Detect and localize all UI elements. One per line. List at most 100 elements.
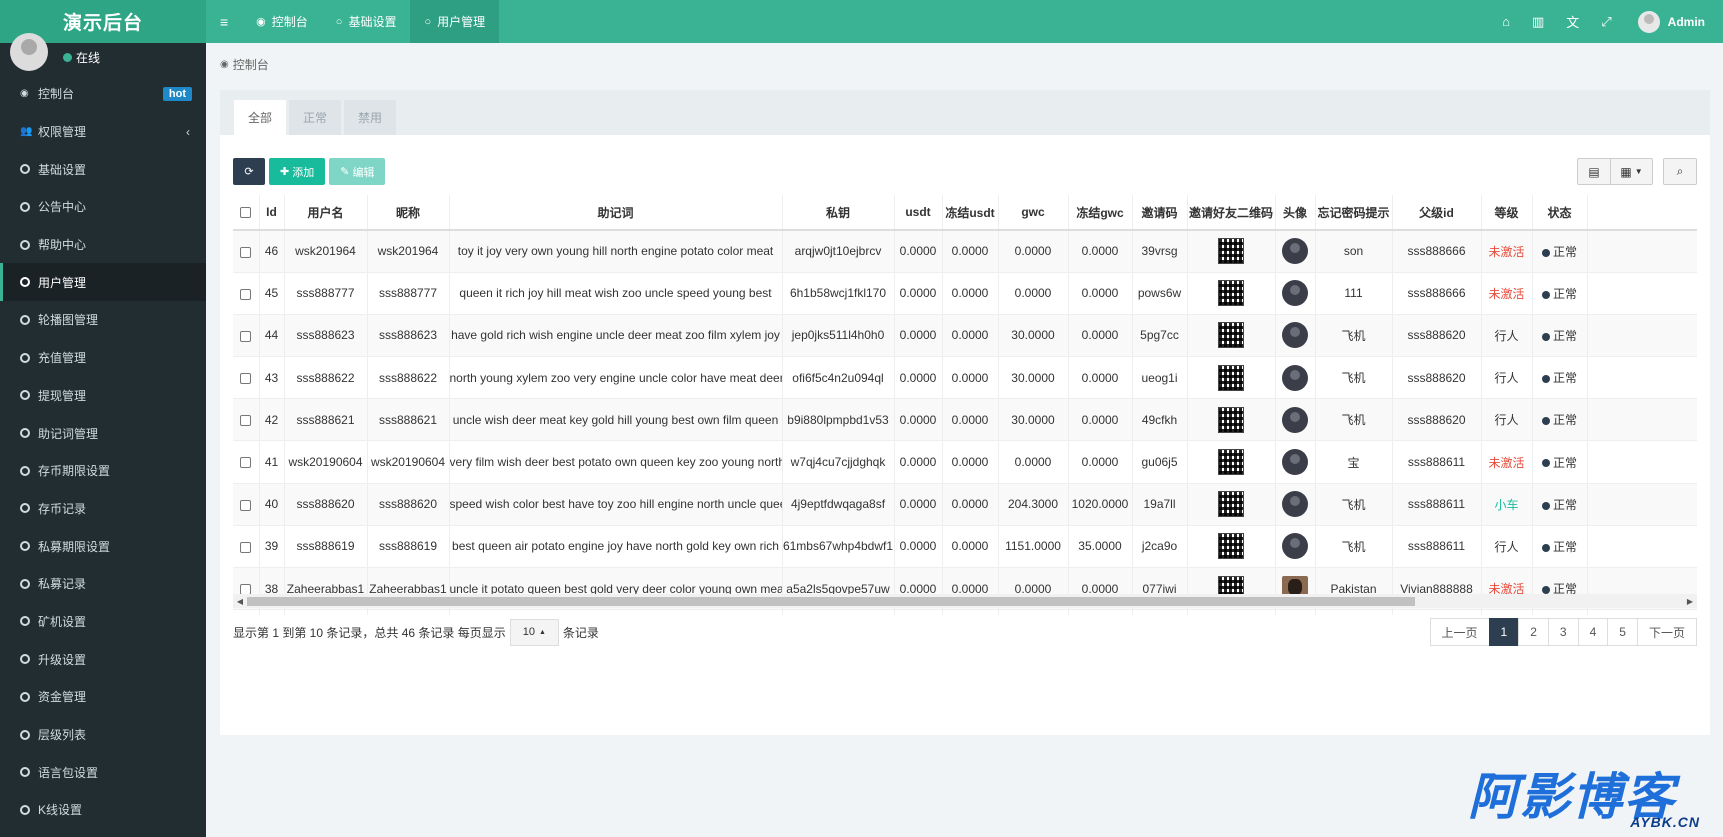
qr-code-image[interactable] [1218,364,1244,391]
qr-code-image[interactable] [1218,449,1244,476]
column-header[interactable]: 忘记密码提示 [1315,195,1393,231]
search-button[interactable]: ⌕ [1663,158,1697,185]
row-checkbox[interactable] [240,330,252,342]
fullscreen-icon[interactable]: ⤢ [1601,14,1611,30]
table-row[interactable]: 44 sss888623 sss888623 have gold rich wish … [233,313,1697,357]
row-checkbox[interactable] [240,457,252,469]
sidebar-item-4[interactable]: 帮助中心 [0,226,206,264]
admin-avatar[interactable] [1637,10,1660,33]
row-checkbox[interactable] [240,415,252,427]
horizontal-scrollbar[interactable]: ◀ ▶ [233,594,1697,608]
column-header[interactable]: 冻结gwc [1068,195,1133,231]
column-header[interactable]: 用户名 [284,195,368,231]
page-button-3[interactable]: 3 [1547,618,1579,646]
tab-0[interactable]: 全部 [234,100,287,135]
toggle-view-button[interactable]: ▤ [1577,158,1611,185]
sidebar-item-6[interactable]: 轮播图管理 [0,301,206,339]
sidebar-item-14[interactable]: 矿机设置 [0,603,206,641]
column-header[interactable]: 状态 [1532,195,1588,231]
column-header[interactable]: 私钥 [782,195,895,231]
table-row[interactable]: 40 sss888620 sss888620 speed wish color bes… [233,482,1697,526]
qr-code-image[interactable] [1218,533,1244,560]
sidebar-item-12[interactable]: 私募期限设置 [0,527,206,565]
sidebar-item-10[interactable]: 存币期限设置 [0,452,206,490]
user-avatar-image[interactable] [1282,406,1308,433]
table-row[interactable]: 41 wsk20190604 wsk20190604 very film wish d… [233,440,1697,484]
sidebar-item-5[interactable]: 用户管理 [0,263,206,302]
column-header[interactable]: 等级 [1481,195,1533,231]
scroll-right-icon[interactable]: ▶ [1683,594,1697,608]
row-checkbox[interactable] [240,499,252,511]
column-header[interactable]: 助记词 [449,195,783,231]
column-header[interactable]: gwc [998,195,1069,231]
user-avatar-image[interactable] [1282,322,1308,349]
topnav-tab-0[interactable]: ◉ 控制台 [242,0,322,43]
column-header[interactable]: 邀请码 [1132,195,1188,231]
sidebar-item-15[interactable]: 升级设置 [0,640,206,678]
column-header[interactable]: usdt [894,195,943,231]
sidebar-item-8[interactable]: 提现管理 [0,377,206,415]
sidebar-item-11[interactable]: 存币记录 [0,490,206,528]
row-checkbox[interactable] [240,288,252,300]
table-row[interactable]: 45 sss888777 sss888777 queen it rich joy hi… [233,271,1697,315]
admin-name[interactable]: Admin [1668,15,1705,29]
home-icon[interactable]: ⌂ [1502,14,1510,29]
sidebar-item-16[interactable]: 资金管理 [0,678,206,716]
scroll-left-icon[interactable]: ◀ [233,594,247,608]
sidebar-item-17[interactable]: 层级列表 [0,716,206,754]
edit-button[interactable]: ✎ 编辑 [329,158,386,185]
sidebar-item-7[interactable]: 充值管理 [0,339,206,377]
refresh-button[interactable]: ⟳ [233,158,265,185]
column-header[interactable]: 冻结usdt [942,195,999,231]
sidebar-item-9[interactable]: 助记词管理 [0,414,206,452]
table-row[interactable]: 37skycc8888skycc8888own north color have… [233,609,1697,615]
tab-2[interactable]: 禁用 [344,100,397,135]
column-header[interactable]: Id [259,195,285,231]
qr-code-image[interactable] [1218,238,1244,265]
select-all-checkbox[interactable] [240,207,252,219]
next-page-button[interactable]: 下一页 [1636,618,1697,646]
page-button-5[interactable]: 5 [1607,618,1638,646]
page-button-2[interactable]: 2 [1518,618,1549,646]
topnav-tab-2[interactable]: ○ 用户管理 [410,0,500,43]
menu-toggle-button[interactable]: ≡ [206,0,242,43]
page-button-1[interactable]: 1 [1488,618,1520,646]
scroll-thumb[interactable] [247,597,1415,606]
sidebar-item-19[interactable]: K线设置 [0,791,206,829]
row-checkbox[interactable] [240,246,252,258]
qr-code-image[interactable] [1218,491,1244,518]
page-button-4[interactable]: 4 [1577,618,1609,646]
sidebar-item-1[interactable]: 👥 权限管理 ‹ [0,113,206,151]
user-avatar-image[interactable] [1282,238,1308,265]
sidebar-item-3[interactable]: 公告中心 [0,188,206,226]
row-checkbox[interactable] [240,372,252,384]
sidebar-item-13[interactable]: 私募记录 [0,565,206,603]
qr-code-image[interactable] [1218,280,1244,307]
prev-page-button[interactable]: 上一页 [1429,618,1490,646]
table-row[interactable]: 46 wsk201964 wsk201964 toy it joy very own … [233,229,1697,273]
language-icon[interactable]: 文 [1566,12,1579,31]
qr-code-image[interactable] [1218,406,1244,433]
trash-icon[interactable]: ▥ [1532,14,1544,30]
sidebar-item-2[interactable]: 基础设置 [0,150,206,188]
table-row[interactable]: 42 sss888621 sss888621 uncle wish deer meat… [233,398,1697,441]
column-header[interactable]: 昵称 [367,195,450,231]
sidebar-item-18[interactable]: 语言包设置 [0,753,206,791]
column-header[interactable]: 邀请好友二维码 [1187,195,1276,231]
column-header[interactable]: 父级id [1392,195,1482,231]
row-checkbox[interactable] [240,541,252,553]
sidebar-item-0[interactable]: ◉ 控制台 hot [0,75,206,113]
qr-code-image[interactable] [1218,322,1244,349]
table-row[interactable]: 39 sss888619 sss888619 best queen air potat… [233,524,1697,568]
user-avatar-image[interactable] [1282,533,1308,560]
user-avatar-image[interactable] [1282,364,1308,391]
column-header[interactable]: 头像 [1275,195,1316,231]
user-avatar-image[interactable] [1282,491,1308,518]
page-size-select[interactable]: 10 ▲ [509,618,559,646]
add-button[interactable]: ✚ 添加 [269,158,326,185]
topnav-tab-1[interactable]: ○ 基础设置 [322,0,411,43]
tab-1[interactable]: 正常 [289,100,342,135]
user-avatar-image[interactable] [1282,449,1308,476]
columns-dropdown-button[interactable]: ▦ ▼ [1611,158,1653,185]
user-avatar-image[interactable] [1282,280,1308,307]
